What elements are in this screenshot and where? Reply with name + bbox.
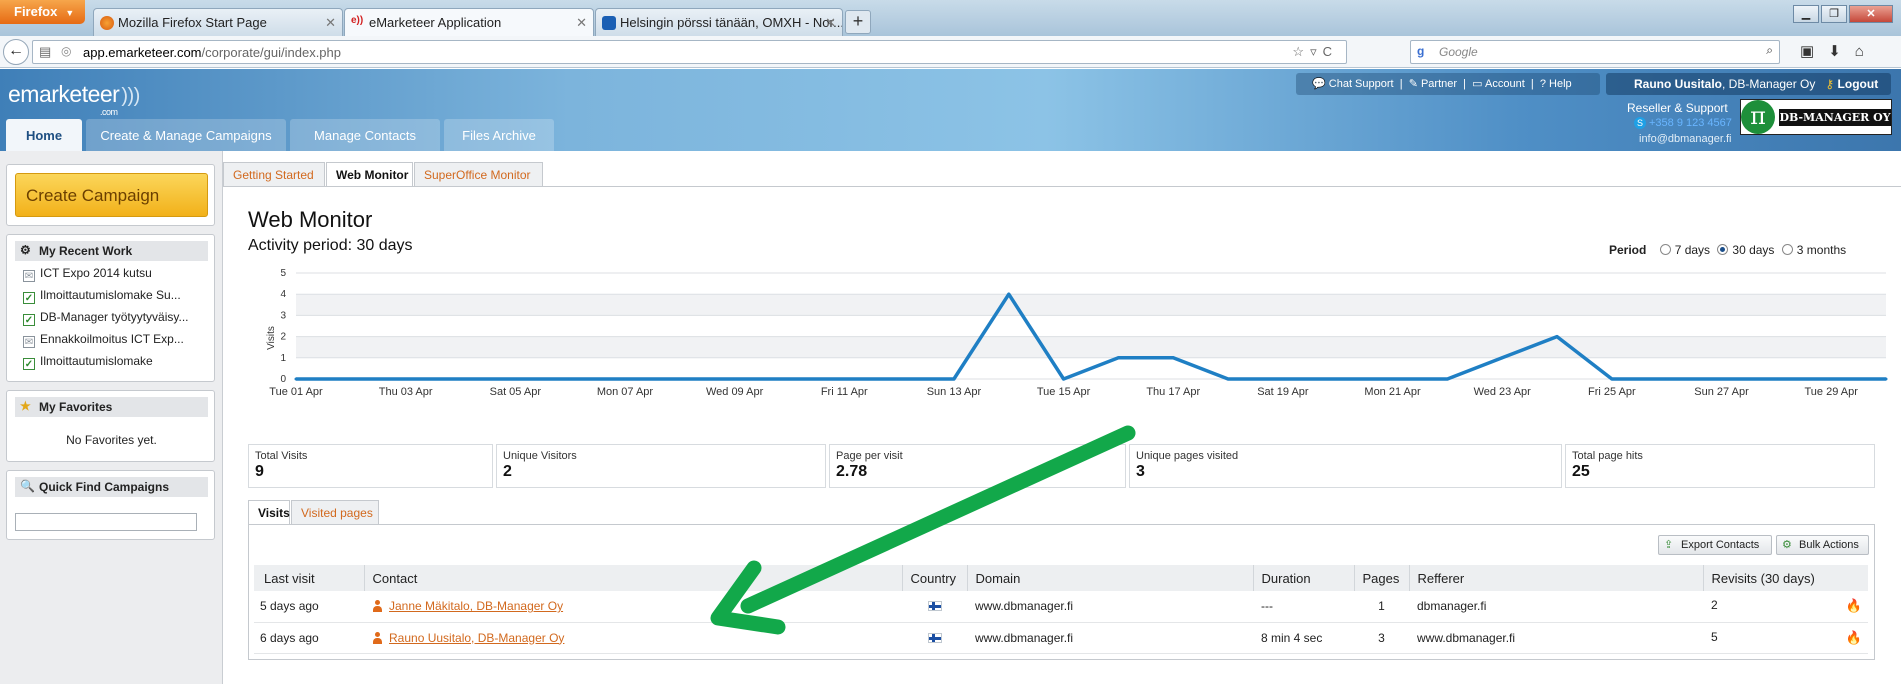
arrow-shaft — [740, 425, 1136, 614]
annotation-arrow — [710, 425, 1136, 635]
